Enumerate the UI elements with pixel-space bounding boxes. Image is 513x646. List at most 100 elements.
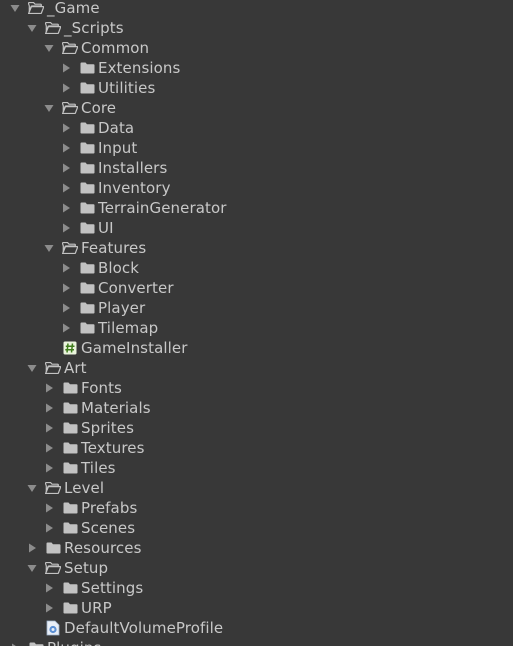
- tree-item-ui[interactable]: UI: [0, 218, 513, 238]
- tree-item-label: Sprites: [81, 419, 135, 437]
- foldout-collapsed-arrow-icon[interactable]: [43, 582, 55, 594]
- tree-item-converter[interactable]: Converter: [0, 278, 513, 298]
- foldout-collapsed-arrow-icon[interactable]: [60, 62, 72, 74]
- folder-closed-icon: [79, 221, 95, 235]
- folder-closed-icon: [79, 281, 95, 295]
- foldout-collapsed-arrow-icon[interactable]: [9, 642, 21, 646]
- tree-item-setup[interactable]: Setup: [0, 558, 513, 578]
- tree-item-player[interactable]: Player: [0, 298, 513, 318]
- foldout-collapsed-arrow-icon[interactable]: [60, 182, 72, 194]
- foldout-collapsed-arrow-icon[interactable]: [43, 402, 55, 414]
- foldout-collapsed-arrow-icon[interactable]: [60, 202, 72, 214]
- tree-item-label: Extensions: [98, 59, 181, 77]
- foldout-collapsed-arrow-icon[interactable]: [43, 602, 55, 614]
- tree-item-terraingenerator[interactable]: TerrainGenerator: [0, 198, 513, 218]
- tree-item-label: _Game: [47, 0, 100, 17]
- tree-item-label: Utilities: [98, 79, 156, 97]
- tree-item-sprites[interactable]: Sprites: [0, 418, 513, 438]
- tree-item-urp[interactable]: URP: [0, 598, 513, 618]
- foldout-collapsed-arrow-icon[interactable]: [60, 122, 72, 134]
- tree-item-plugins[interactable]: Plugins: [0, 638, 513, 646]
- foldout-expanded-arrow-icon[interactable]: [43, 102, 55, 114]
- foldout-collapsed-arrow-icon[interactable]: [60, 222, 72, 234]
- folder-closed-icon: [79, 161, 95, 175]
- tree-item-tiles[interactable]: Tiles: [0, 458, 513, 478]
- tree-item-game[interactable]: _Game: [0, 0, 513, 18]
- foldout-collapsed-arrow-icon[interactable]: [60, 322, 72, 334]
- tree-item-input[interactable]: Input: [0, 138, 513, 158]
- tree-item-label: Art: [64, 359, 87, 377]
- folder-open-icon: [45, 361, 61, 375]
- tree-item-installers[interactable]: Installers: [0, 158, 513, 178]
- foldout-collapsed-arrow-icon[interactable]: [60, 142, 72, 154]
- folder-closed-icon: [62, 501, 78, 515]
- tree-item-level[interactable]: Level: [0, 478, 513, 498]
- csharp-script-icon: [62, 341, 78, 355]
- foldout-expanded-arrow-icon[interactable]: [26, 362, 38, 374]
- tree-item-label: Plugins: [47, 638, 101, 646]
- folder-closed-icon: [62, 581, 78, 595]
- folder-closed-icon: [62, 461, 78, 475]
- tree-item-materials[interactable]: Materials: [0, 398, 513, 418]
- folder-closed-icon: [79, 181, 95, 195]
- tree-item-tilemap[interactable]: Tilemap: [0, 318, 513, 338]
- folder-closed-icon: [79, 61, 95, 75]
- tree-item-label: Tiles: [81, 459, 116, 477]
- foldout-collapsed-arrow-icon[interactable]: [43, 382, 55, 394]
- foldout-expanded-arrow-icon[interactable]: [26, 22, 38, 34]
- tree-item-prefabs[interactable]: Prefabs: [0, 498, 513, 518]
- tree-item-resources[interactable]: Resources: [0, 538, 513, 558]
- tree-item-label: Core: [81, 99, 117, 117]
- tree-item-settings[interactable]: Settings: [0, 578, 513, 598]
- tree-item-scripts[interactable]: _Scripts: [0, 18, 513, 38]
- foldout-collapsed-arrow-icon[interactable]: [60, 282, 72, 294]
- foldout-collapsed-arrow-icon[interactable]: [60, 302, 72, 314]
- tree-item-label: Player: [98, 299, 146, 317]
- tree-item-label: Settings: [81, 579, 144, 597]
- tree-item-label: Inventory: [98, 179, 171, 197]
- tree-item-core[interactable]: Core: [0, 98, 513, 118]
- tree-item-label: Tilemap: [98, 319, 159, 337]
- tree-item-scenes[interactable]: Scenes: [0, 518, 513, 538]
- tree-item-common[interactable]: Common: [0, 38, 513, 58]
- tree-item-utilities[interactable]: Utilities: [0, 78, 513, 98]
- tree-item-label: Prefabs: [81, 499, 138, 517]
- foldout-expanded-arrow-icon[interactable]: [9, 2, 21, 14]
- tree-item-label: Level: [64, 479, 105, 497]
- foldout-collapsed-arrow-icon[interactable]: [26, 542, 38, 554]
- foldout-collapsed-arrow-icon[interactable]: [60, 262, 72, 274]
- tree-item-gameinstaller[interactable]: GameInstaller: [0, 338, 513, 358]
- foldout-spacer: [26, 622, 38, 634]
- folder-open-icon: [28, 1, 44, 15]
- tree-item-defaultvolumeprofile[interactable]: DefaultVolumeProfile: [0, 618, 513, 638]
- tree-item-label: Fonts: [81, 379, 122, 397]
- foldout-expanded-arrow-icon[interactable]: [43, 242, 55, 254]
- folder-open-icon: [45, 561, 61, 575]
- folder-closed-icon: [79, 81, 95, 95]
- tree-item-features[interactable]: Features: [0, 238, 513, 258]
- tree-item-art[interactable]: Art: [0, 358, 513, 378]
- tree-item-label: _Scripts: [64, 19, 124, 37]
- tree-item-data[interactable]: Data: [0, 118, 513, 138]
- tree-item-label: URP: [81, 599, 112, 617]
- tree-item-textures[interactable]: Textures: [0, 438, 513, 458]
- foldout-expanded-arrow-icon[interactable]: [43, 42, 55, 54]
- foldout-collapsed-arrow-icon[interactable]: [60, 162, 72, 174]
- tree-item-inventory[interactable]: Inventory: [0, 178, 513, 198]
- foldout-collapsed-arrow-icon[interactable]: [43, 442, 55, 454]
- tree-item-label: Common: [81, 39, 150, 57]
- foldout-collapsed-arrow-icon[interactable]: [60, 82, 72, 94]
- foldout-expanded-arrow-icon[interactable]: [26, 482, 38, 494]
- foldout-collapsed-arrow-icon[interactable]: [43, 502, 55, 514]
- foldout-collapsed-arrow-icon[interactable]: [43, 522, 55, 534]
- foldout-collapsed-arrow-icon[interactable]: [43, 462, 55, 474]
- foldout-collapsed-arrow-icon[interactable]: [43, 422, 55, 434]
- folder-closed-icon: [62, 441, 78, 455]
- tree-item-extensions[interactable]: Extensions: [0, 58, 513, 78]
- tree-item-block[interactable]: Block: [0, 258, 513, 278]
- foldout-expanded-arrow-icon[interactable]: [26, 562, 38, 574]
- tree-item-fonts[interactable]: Fonts: [0, 378, 513, 398]
- tree-item-label: Materials: [81, 399, 151, 417]
- tree-item-label: GameInstaller: [81, 339, 188, 357]
- tree-item-label: Block: [98, 259, 140, 277]
